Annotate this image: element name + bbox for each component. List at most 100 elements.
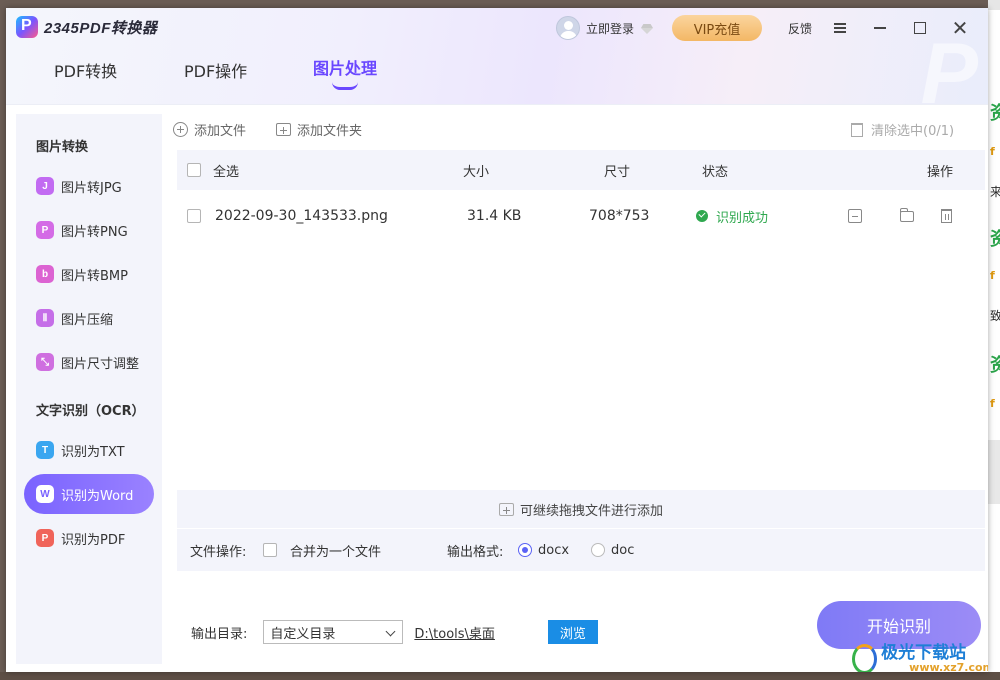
checkbox[interactable] (187, 163, 201, 177)
hamburger-icon (834, 21, 846, 35)
maximize-button[interactable] (900, 12, 940, 44)
select-all-checkbox[interactable] (187, 150, 201, 190)
login-link[interactable]: 立即登录 (586, 20, 634, 37)
pdf-icon: P (36, 529, 54, 547)
sidebar-item-to-bmp[interactable]: b 图片转BMP (24, 254, 154, 294)
tab-image-process[interactable]: 图片处理 (313, 55, 377, 79)
png-icon: P (36, 221, 54, 239)
background-desktop (0, 672, 1000, 680)
background-glyph: 资 (990, 103, 1000, 124)
sidebar-item-label: 图片尺寸调整 (61, 356, 140, 372)
radio-icon (591, 543, 605, 557)
feedback-link[interactable]: 反馈 (788, 20, 812, 37)
output-dir-select[interactable]: 自定义目录 (263, 620, 404, 644)
header-actions: 操作 (927, 164, 954, 180)
merge-label: 合并为一个文件 (290, 544, 382, 560)
add-file-button[interactable]: 添加文件 (173, 120, 246, 139)
table-row[interactable]: 2022-09-30_143533.png 31.4 KB 708*753 识别… (177, 196, 985, 236)
sidebar-group-ocr: 文字识别（OCR） (36, 404, 145, 419)
header-status: 状态 (702, 164, 729, 180)
open-folder-icon[interactable] (900, 208, 914, 222)
minimize-icon (874, 27, 886, 29)
background-glyph: f (990, 397, 995, 410)
status-text: 识别成功 (716, 210, 769, 226)
sidebar-item-label: 识别为PDF (61, 532, 126, 548)
add-circle-icon (173, 122, 188, 137)
row-checkbox[interactable] (187, 196, 201, 236)
format-docx-radio[interactable]: docx (518, 529, 569, 571)
format-doc-label: doc (611, 542, 635, 558)
browse-button[interactable]: 浏览 (547, 620, 598, 644)
avatar[interactable] (555, 16, 580, 40)
close-icon: ✕ (951, 16, 969, 40)
merge-checkbox[interactable] (263, 543, 277, 557)
app-title: 2345PDF转换器 (44, 19, 158, 37)
vip-recharge-button[interactable]: VIP充值 (671, 15, 762, 41)
file-dimension: 708*753 (589, 208, 650, 224)
radio-selected-icon (518, 543, 532, 557)
add-folder-label: 添加文件夹 (297, 124, 363, 139)
file-op-label: 文件操作: (190, 544, 247, 560)
bmp-icon: b (36, 265, 54, 283)
delete-icon[interactable] (941, 209, 952, 223)
background-document-edge: 资 f 来 资 f 致 资 f (988, 0, 1000, 680)
title-bar-controls: 立即登录 VIP充值 反馈 ✕ (555, 12, 988, 44)
app-header: 2345PDF转换器 P 立即登录 VIP充值 反馈 ✕ PDF转换 PDF (6, 8, 988, 117)
background-glyph: 资 (990, 229, 1000, 250)
merge-option[interactable]: 合并为一个文件 (263, 529, 381, 571)
close-button[interactable]: ✕ (940, 12, 980, 44)
clear-selected-label: 清除选中(0/1) (871, 124, 955, 139)
trash-icon (851, 122, 863, 137)
output-path-link[interactable]: D:\tools\桌面 (414, 623, 495, 642)
header-size: 大小 (463, 164, 490, 180)
site-logo-icon (852, 644, 878, 672)
sidebar-item-label: 图片转BMP (61, 268, 128, 284)
tab-pdf-operate[interactable]: PDF操作 (184, 58, 247, 82)
file-size: 31.4 KB (467, 208, 522, 224)
sidebar-item-label: 识别为Word (61, 488, 134, 504)
sidebar-item-to-jpg[interactable]: J 图片转JPG (24, 166, 154, 206)
output-directory: 输出目录: 自定义目录 D:\tools\桌面 浏览 (191, 620, 598, 644)
open-document-icon[interactable] (848, 209, 862, 223)
chevron-down-icon (385, 626, 396, 637)
sidebar-item-ocr-pdf[interactable]: P 识别为PDF (24, 518, 154, 558)
background-glyph: f (990, 269, 995, 282)
app-logo: 2345PDF转换器 (16, 16, 157, 38)
file-name: 2022-09-30_143533.png (215, 208, 388, 224)
sidebar-item-label: 图片转JPG (61, 180, 122, 196)
sidebar-item-label: 图片转PNG (61, 224, 128, 240)
background-toolbar (988, 0, 1000, 10)
success-check-icon (696, 210, 708, 222)
header-select-all: 全选 (213, 164, 240, 180)
background-glyph: 致 (990, 309, 1000, 323)
app-logo-icon (16, 16, 38, 38)
minimize-button[interactable] (860, 12, 900, 44)
sidebar-item-compress[interactable]: Ⅱ 图片压缩 (24, 298, 154, 338)
active-tab-indicator (332, 82, 358, 90)
checkbox[interactable] (187, 209, 201, 223)
sidebar: 图片转换 J 图片转JPG P 图片转PNG b 图片转BMP Ⅱ 图片压缩 ⤡… (16, 114, 162, 664)
options-bar: 文件操作: 合并为一个文件 输出格式: docx doc (177, 529, 985, 571)
site-name: 极光下载站 (881, 643, 967, 663)
header-watermark: P (920, 26, 978, 122)
sidebar-item-to-png[interactable]: P 图片转PNG (24, 210, 154, 250)
sidebar-item-ocr-txt[interactable]: T 识别为TXT (24, 430, 154, 470)
word-icon: W (36, 485, 54, 503)
sidebar-item-label: 图片压缩 (61, 312, 114, 328)
diamond-icon (640, 23, 654, 33)
resize-icon: ⤡ (36, 353, 54, 371)
format-doc-radio[interactable]: doc (591, 529, 634, 571)
status-badge: 识别成功 (696, 196, 768, 236)
site-watermark-text: 极光下载站 www.xz7.com (881, 644, 988, 672)
jpg-icon: J (36, 177, 54, 195)
app-window: 2345PDF转换器 P 立即登录 VIP充值 反馈 ✕ PDF转换 PDF (6, 8, 988, 672)
menu-button[interactable] (820, 12, 860, 44)
clear-selected-button[interactable]: 清除选中(0/1) (851, 120, 954, 139)
tab-pdf-convert[interactable]: PDF转换 (54, 58, 117, 82)
sidebar-item-resize[interactable]: ⤡ 图片尺寸调整 (24, 342, 154, 382)
sidebar-group-image-convert: 图片转换 (36, 140, 89, 155)
add-folder-button[interactable]: 添加文件夹 (276, 120, 362, 139)
txt-icon: T (36, 441, 54, 459)
drop-zone[interactable]: 可继续拖拽文件进行添加 (177, 490, 985, 528)
sidebar-item-ocr-word[interactable]: W 识别为Word (24, 474, 154, 514)
